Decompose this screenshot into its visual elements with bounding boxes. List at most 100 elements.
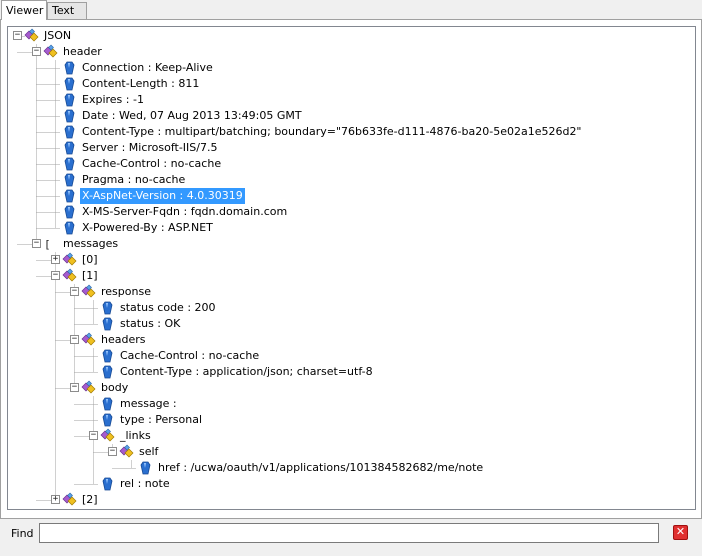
value-node-icon: [100, 476, 116, 492]
close-icon[interactable]: ✕: [673, 525, 688, 540]
tree-node[interactable]: − [1]: [8, 268, 695, 284]
object-node-icon: [62, 252, 78, 268]
value-node-icon: [62, 92, 78, 108]
svg-text:[ ]: [ ]: [44, 238, 59, 251]
tree-node[interactable]: X-AspNet-Version : 4.0.30319: [8, 188, 695, 204]
tree-node-label: [0]: [82, 253, 98, 266]
tree-node[interactable]: Server : Microsoft-IIS/7.5: [8, 140, 695, 156]
tree-node[interactable]: rel : note: [8, 476, 695, 492]
object-node-icon: [81, 332, 97, 348]
tree-node-label: X-MS-Server-Fqdn : fqdn.domain.com: [82, 205, 288, 218]
tree-node-label: Date : Wed, 07 Aug 2013 13:49:05 GMT: [82, 109, 302, 122]
collapse-toggle[interactable]: −: [70, 287, 79, 296]
value-node-icon: [62, 220, 78, 236]
tree-node[interactable]: Content-Type : multipart/batching; bound…: [8, 124, 695, 140]
tree-node[interactable]: status : OK: [8, 316, 695, 332]
tree-node-label: X-AspNet-Version : 4.0.30319: [80, 188, 245, 204]
tree-node-label: [1]: [82, 269, 98, 282]
find-label: Find: [11, 527, 34, 540]
tree-node[interactable]: Content-Length : 811: [8, 76, 695, 92]
tree-node[interactable]: − _links: [8, 428, 695, 444]
value-node-icon: [62, 108, 78, 124]
tree-node[interactable]: Pragma : no-cache: [8, 172, 695, 188]
value-node-icon: [100, 300, 116, 316]
collapse-toggle[interactable]: −: [108, 447, 117, 456]
value-node-icon: [100, 316, 116, 332]
tree-node-label: self: [139, 445, 159, 458]
tree-node[interactable]: message :: [8, 396, 695, 412]
expand-toggle[interactable]: +: [51, 495, 60, 504]
tree-node-label: X-Powered-By : ASP.NET: [82, 221, 213, 234]
tree-node[interactable]: status code : 200: [8, 300, 695, 316]
tree-node[interactable]: − JSON: [8, 28, 695, 44]
json-tree-view[interactable]: − JSON − header Connection : Keep-Alive Conte…: [7, 26, 696, 510]
tree-node[interactable]: − response: [8, 284, 695, 300]
tree-node-label: Cache-Control : no-cache: [82, 157, 222, 170]
value-node-icon: [62, 124, 78, 140]
value-node-icon: [138, 460, 154, 476]
collapse-toggle[interactable]: −: [89, 431, 98, 440]
value-node-icon: [62, 172, 78, 188]
tree-node-label: body: [101, 381, 129, 394]
tree-node[interactable]: − self: [8, 444, 695, 460]
tree-node-label: Server : Microsoft-IIS/7.5: [82, 141, 218, 154]
tree-node-label: Pragma : no-cache: [82, 173, 186, 186]
tree-node-label: status : OK: [120, 317, 181, 330]
tree-node[interactable]: Content-Type : application/json; charset…: [8, 364, 695, 380]
collapse-toggle[interactable]: −: [70, 335, 79, 344]
value-node-icon: [62, 60, 78, 76]
tree-node[interactable]: − body: [8, 380, 695, 396]
tree-node[interactable]: − header: [8, 44, 695, 60]
collapse-toggle[interactable]: −: [32, 239, 41, 248]
tree-node[interactable]: Expires : -1: [8, 92, 695, 108]
tree-node[interactable]: Cache-Control : no-cache: [8, 156, 695, 172]
tree-node[interactable]: Connection : Keep-Alive: [8, 60, 695, 76]
tree-node[interactable]: −[ ] messages: [8, 236, 695, 252]
value-node-icon: [100, 396, 116, 412]
tree-node-label: Content-Type : application/json; charset…: [120, 365, 373, 378]
collapse-toggle[interactable]: −: [32, 47, 41, 56]
tree-node-label: type : Personal: [120, 413, 203, 426]
value-node-icon: [100, 364, 116, 380]
tree-node[interactable]: − headers: [8, 332, 695, 348]
tree-node-label: response: [101, 285, 151, 298]
tree-node-label: message :: [120, 397, 177, 410]
tab-text[interactable]: Text: [47, 2, 87, 19]
object-node-icon: [81, 380, 97, 396]
value-node-icon: [62, 204, 78, 220]
tree-node-label: header: [63, 45, 102, 58]
tree-node-label: href : /ucwa/oauth/v1/applications/10138…: [158, 461, 484, 474]
collapse-toggle[interactable]: −: [51, 271, 60, 280]
value-node-icon: [100, 412, 116, 428]
tree-node-label: rel : note: [120, 477, 170, 490]
tab-strip: Viewer Text: [0, 0, 702, 20]
tree-node-label: JSON: [44, 29, 72, 42]
tree-node-label: Expires : -1: [82, 93, 144, 106]
tree-node[interactable]: Date : Wed, 07 Aug 2013 13:49:05 GMT: [8, 108, 695, 124]
tree-node[interactable]: href : /ucwa/oauth/v1/applications/10138…: [8, 460, 695, 476]
tree-node-label: status code : 200: [120, 301, 216, 314]
tree-node-label: [2]: [82, 493, 98, 506]
find-input[interactable]: [39, 523, 659, 543]
value-node-icon: [62, 140, 78, 156]
array-node-icon: [ ]: [43, 236, 64, 252]
tree-node[interactable]: X-Powered-By : ASP.NET: [8, 220, 695, 236]
tree-node-label: Content-Type : multipart/batching; bound…: [82, 125, 582, 138]
tab-viewer[interactable]: Viewer: [1, 0, 47, 20]
collapse-toggle[interactable]: −: [13, 31, 22, 40]
object-node-icon: [43, 44, 59, 60]
tree-node-label: headers: [101, 333, 146, 346]
value-node-icon: [62, 156, 78, 172]
tree-node[interactable]: type : Personal: [8, 412, 695, 428]
tree-node[interactable]: + [2]: [8, 492, 695, 508]
tree-node-label: Cache-Control : no-cache: [120, 349, 260, 362]
collapse-toggle[interactable]: −: [70, 383, 79, 392]
tree-node[interactable]: + [0]: [8, 252, 695, 268]
tree-node-label: Content-Length : 811: [82, 77, 200, 90]
tree-node[interactable]: X-MS-Server-Fqdn : fqdn.domain.com: [8, 204, 695, 220]
expand-toggle[interactable]: +: [51, 255, 60, 264]
object-node-icon: [62, 268, 78, 284]
object-node-icon: [100, 428, 116, 444]
tree-node[interactable]: Cache-Control : no-cache: [8, 348, 695, 364]
value-node-icon: [100, 348, 116, 364]
